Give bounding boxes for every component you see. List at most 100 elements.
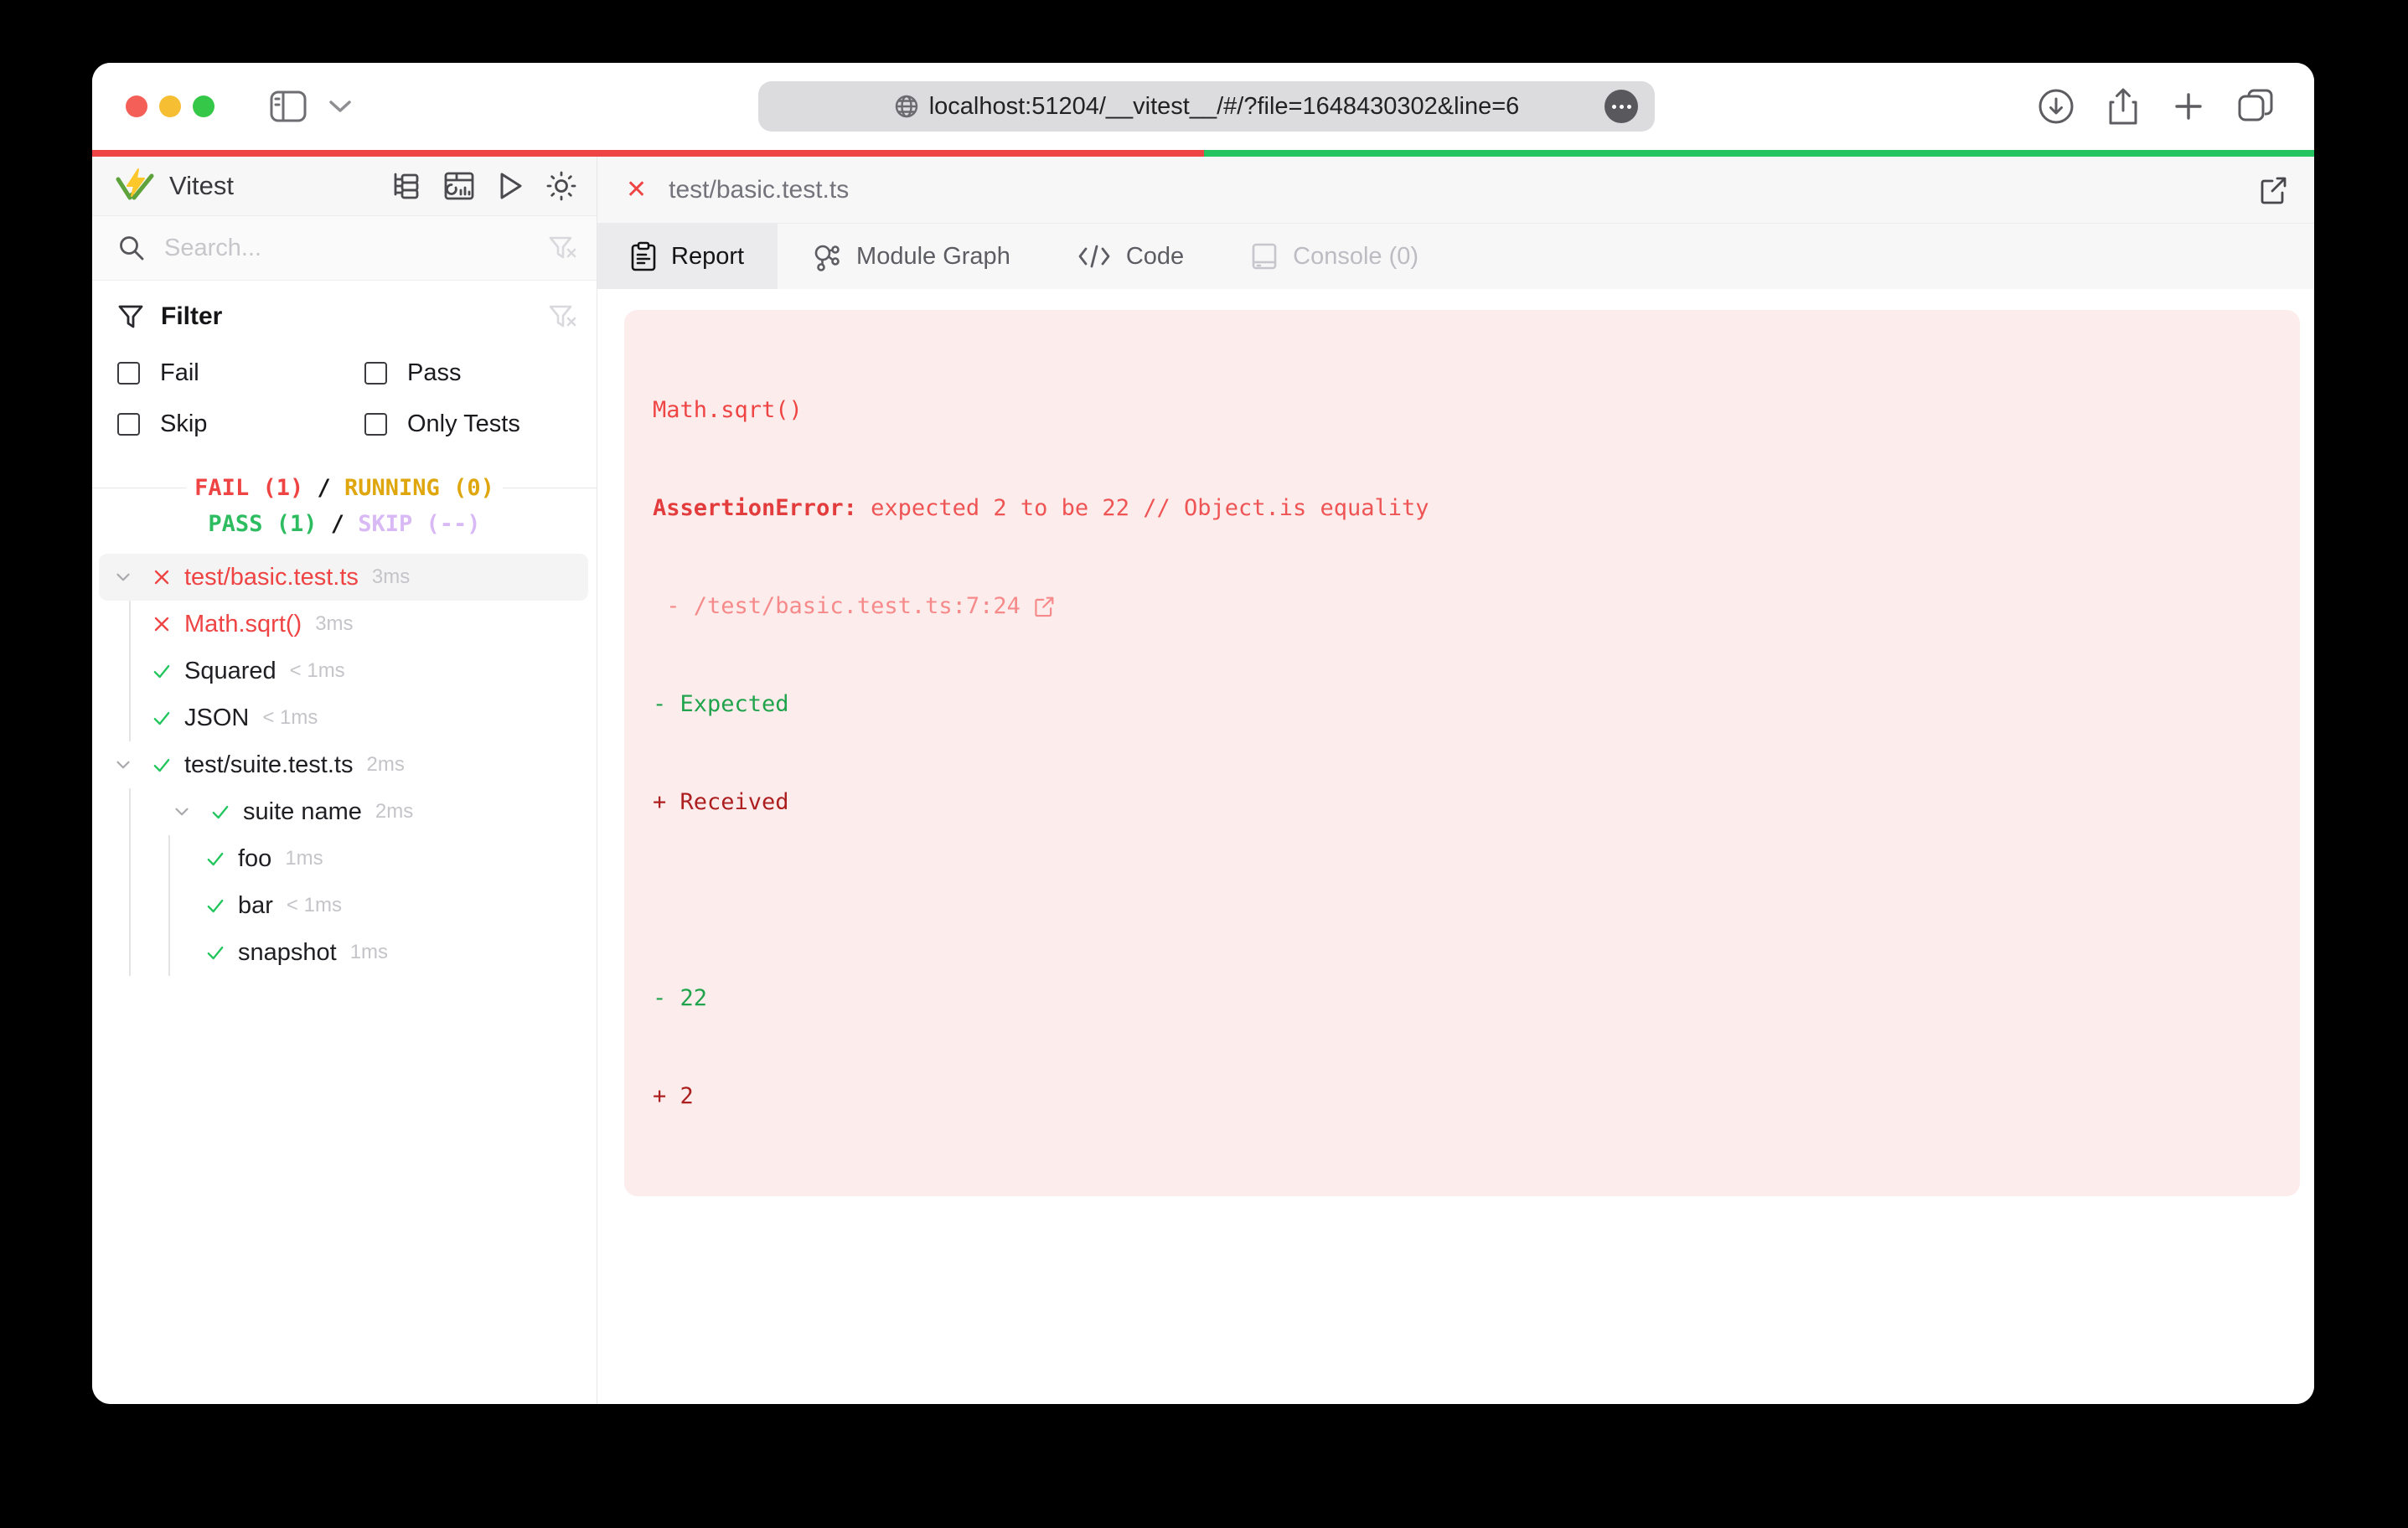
tree-guide-line [129, 648, 131, 694]
tree-guide-line [129, 601, 131, 648]
chevron-down-icon[interactable] [109, 566, 137, 588]
search-input[interactable]: Search... [164, 235, 261, 262]
external-link-icon[interactable] [2257, 174, 2289, 206]
test-label: test/basic.test.ts [184, 564, 359, 591]
summary-skip-count: SKIP (--) [358, 511, 480, 537]
vitest-logo-icon [116, 168, 154, 204]
test-label: Squared [184, 658, 276, 685]
tree-row[interactable]: suite name 2ms [99, 788, 588, 835]
app-title: Vitest [169, 171, 234, 201]
checkbox[interactable] [364, 413, 387, 436]
tree-row[interactable]: snapshot1ms [99, 929, 588, 976]
tab-report[interactable]: Report [597, 224, 778, 289]
theme-toggle-icon[interactable] [545, 169, 578, 203]
test-label: Math.sqrt() [184, 611, 302, 638]
tab-console[interactable]: Console (0) [1217, 224, 1452, 289]
checkbox[interactable] [364, 362, 387, 385]
diff-expected-value: - 22 [653, 985, 707, 1011]
filter-panel: Filter Fail Pass [92, 281, 597, 447]
search-icon [117, 234, 146, 262]
tree-guide-line [129, 929, 131, 976]
tree-guide-line [168, 882, 170, 929]
summary-pass-count: PASS (1) [208, 511, 317, 537]
diff-received-label: + Received [653, 789, 789, 815]
url-text: localhost:51204/__vitest__/#/?file=16484… [929, 93, 1520, 121]
tree-row[interactable]: Squared < 1ms [99, 648, 588, 694]
chevron-down-icon[interactable] [328, 99, 352, 114]
chevron-down-icon[interactable] [109, 754, 137, 776]
error-message: expected 2 to be 22 // Object.is equalit… [871, 495, 1429, 521]
browser-toolbar: localhost:51204/__vitest__/#/?file=16484… [92, 63, 2314, 150]
tree-row[interactable]: test/suite.test.ts 2ms [99, 741, 588, 788]
test-duration: 3ms [315, 612, 353, 636]
report-view: Math.sqrt() AssertionError: expected 2 t… [597, 289, 2314, 1404]
tab-module-graph[interactable]: Module Graph [778, 224, 1044, 289]
run-all-icon[interactable] [494, 170, 526, 202]
checkbox[interactable] [117, 362, 140, 385]
view-tabs: Report Module Graph Code [597, 224, 2314, 289]
tab-code[interactable]: Code [1044, 224, 1217, 289]
tree-guide-line [129, 694, 131, 741]
tree-row[interactable]: JSON< 1ms [99, 694, 588, 741]
filter-clear-icon[interactable] [548, 303, 576, 330]
tree-row[interactable]: test/basic.test.ts3ms [99, 554, 588, 601]
pass-status-icon [149, 753, 174, 777]
filter-checkbox-skip[interactable]: Skip [117, 410, 364, 438]
open-file-name: test/basic.test.ts [669, 176, 849, 204]
minimize-window-button[interactable] [159, 96, 181, 117]
pass-status-icon [208, 800, 233, 823]
run-summary: FAIL (1) / RUNNING (0) PASS (1) / SKIP (… [92, 470, 597, 542]
test-label: bar [238, 892, 273, 920]
test-duration: 1ms [350, 941, 388, 964]
browser-window: localhost:51204/__vitest__/#/?file=16484… [92, 63, 2314, 1404]
tree-row[interactable]: bar < 1ms [99, 882, 588, 929]
new-tab-icon[interactable] [2172, 90, 2205, 123]
more-icon[interactable] [1604, 90, 1638, 123]
tree-row[interactable]: Math.sqrt() 3ms [99, 601, 588, 648]
dashboard-icon[interactable] [442, 169, 476, 203]
test-duration: 2ms [375, 800, 413, 823]
share-icon[interactable] [2106, 87, 2140, 126]
tree-row[interactable]: foo1ms [99, 835, 588, 882]
summary-running-count: RUNNING (0) [344, 475, 494, 501]
test-duration: 1ms [285, 847, 323, 870]
main-panel: ✕ test/basic.test.ts Report Mod [597, 157, 2314, 1404]
fail-status-icon: ✕ [626, 175, 647, 204]
fail-status-icon [149, 565, 174, 589]
tabs-overview-icon[interactable] [2237, 88, 2276, 125]
checkbox[interactable] [117, 413, 140, 436]
zoom-window-button[interactable] [193, 96, 214, 117]
address-bar[interactable]: localhost:51204/__vitest__/#/?file=16484… [758, 81, 1655, 132]
test-duration: < 1ms [287, 894, 342, 917]
test-label: test/suite.test.ts [184, 751, 353, 779]
chevron-down-icon[interactable] [168, 801, 196, 823]
close-window-button[interactable] [126, 96, 147, 117]
stack-trace-link[interactable]: - /test/basic.test.ts:7:24 [653, 590, 1056, 622]
diff-expected-label: - Expected [653, 691, 789, 717]
search-bar[interactable]: Search... [92, 215, 597, 281]
code-icon [1077, 244, 1111, 269]
test-duration: < 1ms [290, 659, 345, 683]
external-link-icon[interactable] [1032, 595, 1056, 618]
sidebar: Vitest [92, 157, 597, 1404]
tree-guide-line [129, 788, 131, 835]
open-file-header: ✕ test/basic.test.ts [597, 157, 2314, 224]
progress-fail-segment [92, 150, 1204, 157]
download-icon[interactable] [2038, 88, 2075, 125]
fail-status-icon [149, 612, 174, 636]
test-label: suite name [243, 798, 362, 826]
sidebar-toggle-icon[interactable] [270, 90, 307, 122]
sidebar-header: Vitest [92, 157, 597, 215]
test-duration: 2ms [366, 753, 404, 777]
tree-view-icon[interactable] [390, 169, 424, 203]
tree-guide-line [168, 929, 170, 976]
filter-checkbox-fail[interactable]: Fail [117, 359, 364, 387]
pass-status-icon [149, 706, 174, 730]
filter-clear-icon[interactable] [548, 235, 576, 261]
window-controls [126, 96, 214, 117]
test-tree: test/basic.test.ts3ms Math.sqrt() 3ms Squar… [92, 554, 597, 1404]
run-progress-bar [92, 150, 2314, 157]
filter-title: Filter [161, 302, 222, 331]
filter-checkbox-only-tests[interactable]: Only Tests [364, 410, 576, 438]
filter-checkbox-pass[interactable]: Pass [364, 359, 576, 387]
